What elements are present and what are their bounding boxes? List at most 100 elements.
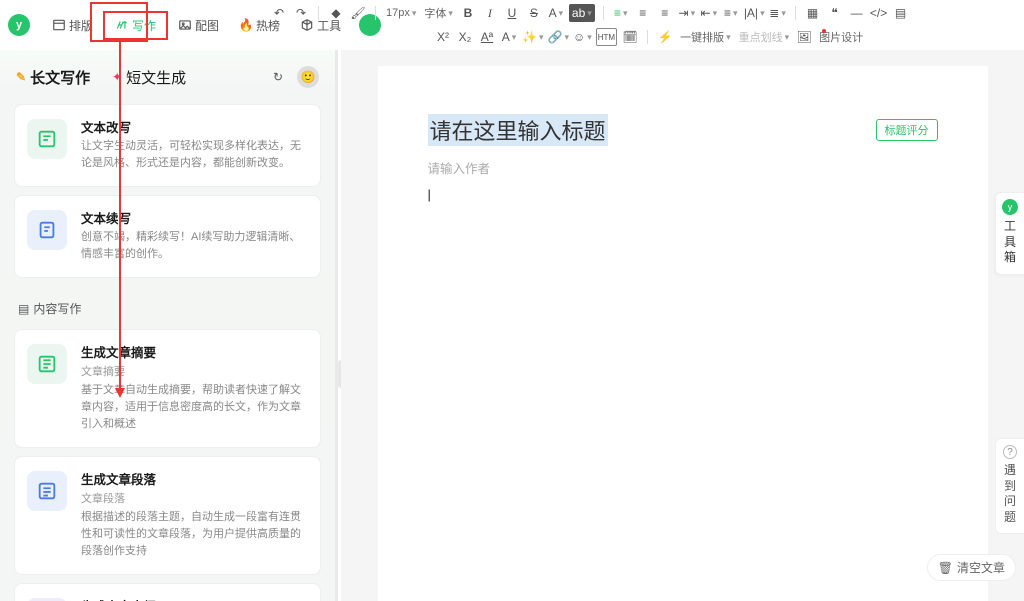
align-button[interactable]: ≡ (612, 4, 630, 22)
fire-icon: 🔥 (239, 18, 253, 32)
toolbox-logo-icon: y (1002, 199, 1018, 215)
card-title: 生成文章大纲 (81, 596, 306, 601)
clear-article-button[interactable]: 🗑 清空文章 (927, 554, 1016, 581)
card-text-continue[interactable]: 文本续写 创意不竭，精彩续写！AI续写助力逻辑清晰、情感丰富的创作。 (14, 195, 321, 278)
code-button[interactable]: </> (870, 4, 888, 22)
nav-layout[interactable]: 排版 (42, 11, 103, 40)
font-color-button[interactable]: A (500, 28, 518, 46)
brush-icon[interactable]: 🖌 (349, 4, 367, 22)
history-icon[interactable]: ↻ (269, 68, 287, 86)
separator (795, 6, 796, 20)
card-gen-outline[interactable]: 生成文章大纲 文章大纲 根据描述的文章主题，智能生成文章大纲，轻松完成文章框架和… (14, 583, 321, 601)
emoji-button[interactable]: ☺ (573, 28, 592, 46)
body-input[interactable] (428, 187, 938, 202)
tab-long-writing[interactable]: ✎ 长文写作 (16, 67, 90, 88)
continue-icon (27, 210, 67, 250)
tab-short-gen[interactable]: ✦ 短文生成 (112, 67, 186, 88)
font-size-select[interactable]: 17px (384, 7, 418, 19)
card-title: 文本续写 (81, 208, 306, 227)
paragraph-icon (27, 471, 67, 511)
editor-area: 请在这里输入标题 标题评分 请输入作者 (341, 50, 1024, 601)
card-desc: 创意不竭，精彩续写！AI续写助力逻辑清晰、情感丰富的创作。 (81, 229, 306, 263)
redo-button[interactable]: ↷ (292, 4, 310, 22)
separator (647, 30, 648, 44)
right-toolbox[interactable]: y 工具箱 (995, 192, 1024, 275)
right-feedback[interactable]: ? 遇到问题 (995, 438, 1024, 534)
align-left-button[interactable]: ≡ (634, 4, 652, 22)
author-input[interactable]: 请输入作者 (428, 158, 938, 177)
left-panel: ✎ 长文写作 ✦ 短文生成 ↻ 🙂 文本改写 让文字生动灵活，可轻松实现多样化表… (0, 50, 338, 601)
format-row-2: X² X₂ Aª A ✨ 🔗 ☺ HTM 🗓 ⚡ 一键排版 重点划线 🖼 图片设… (270, 26, 1014, 48)
top-toolbar: y 排版 写作 配图 🔥 热榜 工具 ↶ ↷ ◆ 🖌 (0, 0, 1024, 50)
section-label-text: 内容写作 (33, 300, 81, 317)
more-button[interactable]: ▤ (892, 4, 910, 22)
section-content-writing: ▤ 内容写作 (0, 286, 335, 321)
font-family-select[interactable]: 字体 (422, 5, 455, 21)
align-center-button[interactable]: ≡ (656, 4, 674, 22)
letter-spacing-button[interactable]: |A| (744, 4, 765, 22)
superscript-button[interactable]: X² (434, 28, 452, 46)
italic-button[interactable]: I (481, 4, 499, 22)
avatar[interactable]: 🙂 (297, 66, 319, 88)
card-gen-paragraph[interactable]: 生成文章段落 文章段落 根据描述的段落主题，自动生成一段富有连贯性和可读性的文章… (14, 456, 321, 575)
card-title: 文本改写 (81, 117, 306, 136)
ai-format-button[interactable]: 一键排版 (678, 29, 733, 45)
subscript-button[interactable]: X₂ (456, 28, 474, 46)
hr-button[interactable]: — (848, 4, 866, 22)
spark-icon: ✦ (112, 70, 122, 84)
left-panel-actions: ↻ 🙂 (269, 66, 319, 88)
tab-short-gen-label: 短文生成 (126, 67, 186, 88)
card-sub: 文章段落 (81, 490, 306, 506)
trash-icon: 🗑 (938, 561, 953, 575)
img-design-button[interactable]: 图片设计 (817, 29, 865, 45)
tag-icon[interactable]: ◆ (327, 4, 345, 22)
highlight-line-button[interactable]: 重点划线 (737, 29, 792, 45)
imgdesign-icon: 🖼 (795, 28, 813, 46)
bold-button[interactable]: B (459, 4, 477, 22)
magic-button[interactable]: ✨ (522, 28, 543, 46)
nav-write[interactable]: 写作 (103, 11, 168, 40)
layout-icon (52, 18, 66, 32)
highlight-color-button[interactable]: ab (569, 4, 595, 22)
list-button[interactable]: ≣ (769, 4, 787, 22)
brand-logo[interactable]: y (8, 14, 30, 36)
nav-image[interactable]: 配图 (168, 11, 229, 40)
date-button[interactable]: 🗓 (621, 28, 639, 46)
quote-button[interactable]: ❝ (826, 4, 844, 22)
line-height-button[interactable]: ≡ (722, 4, 740, 22)
bolt-icon: ⚡ (656, 28, 674, 46)
nav-image-label: 配图 (195, 17, 219, 34)
card-gen-summary[interactable]: 生成文章摘要 文章摘要 基于文章自动生成摘要，帮助读者快速了解文章内容，适用于信… (14, 329, 321, 448)
table-button[interactable]: ▦ (804, 4, 822, 22)
title-input[interactable]: 请在这里输入标题 (428, 114, 608, 146)
format-row-1: ↶ ↷ ◆ 🖌 17px 字体 B I U S A ab ≡ ≡ ≡ ⇥ ⇤ ≡… (270, 2, 1014, 24)
text-color-button[interactable]: A (547, 4, 565, 22)
separator (603, 6, 604, 20)
pencil-icon: ✎ (16, 70, 26, 84)
card-text-rewrite[interactable]: 文本改写 让文字生动灵活，可轻松实现多样化表达，无论是风格、形式还是内容，都能创… (14, 104, 321, 187)
section-icon: ▤ (18, 302, 29, 316)
ai-icon (115, 18, 129, 32)
indent-button[interactable]: ⇥ (678, 4, 696, 22)
outdent-button[interactable]: ⇤ (700, 4, 718, 22)
html-button[interactable]: HTM (596, 28, 617, 46)
undo-button[interactable]: ↶ (270, 4, 288, 22)
brand-logo-letter: y (16, 19, 22, 31)
case-button[interactable]: Aª (478, 28, 496, 46)
card-title: 生成文章摘要 (81, 342, 306, 361)
clear-label: 清空文章 (957, 559, 1005, 576)
nav-layout-label: 排版 (69, 17, 93, 34)
image-icon (178, 18, 192, 32)
underline-button[interactable]: U (503, 4, 521, 22)
link-button[interactable]: 🔗 (547, 28, 568, 46)
left-panel-tabs: ✎ 长文写作 ✦ 短文生成 ↻ 🙂 (0, 50, 335, 96)
document-paper[interactable]: 请在这里输入标题 标题评分 请输入作者 (378, 66, 988, 601)
strike-button[interactable]: S (525, 4, 543, 22)
title-score-button[interactable]: 标题评分 (876, 119, 938, 141)
separator (318, 6, 319, 20)
question-icon: ? (1003, 445, 1017, 459)
tab-long-writing-label: 长文写作 (30, 67, 90, 88)
feedback-label: 遇到问题 (996, 463, 1024, 525)
card-desc: 让文字生动灵活，可轻松实现多样化表达，无论是风格、形式还是内容，都能创新改变。 (81, 138, 306, 172)
summary-icon (27, 344, 67, 384)
